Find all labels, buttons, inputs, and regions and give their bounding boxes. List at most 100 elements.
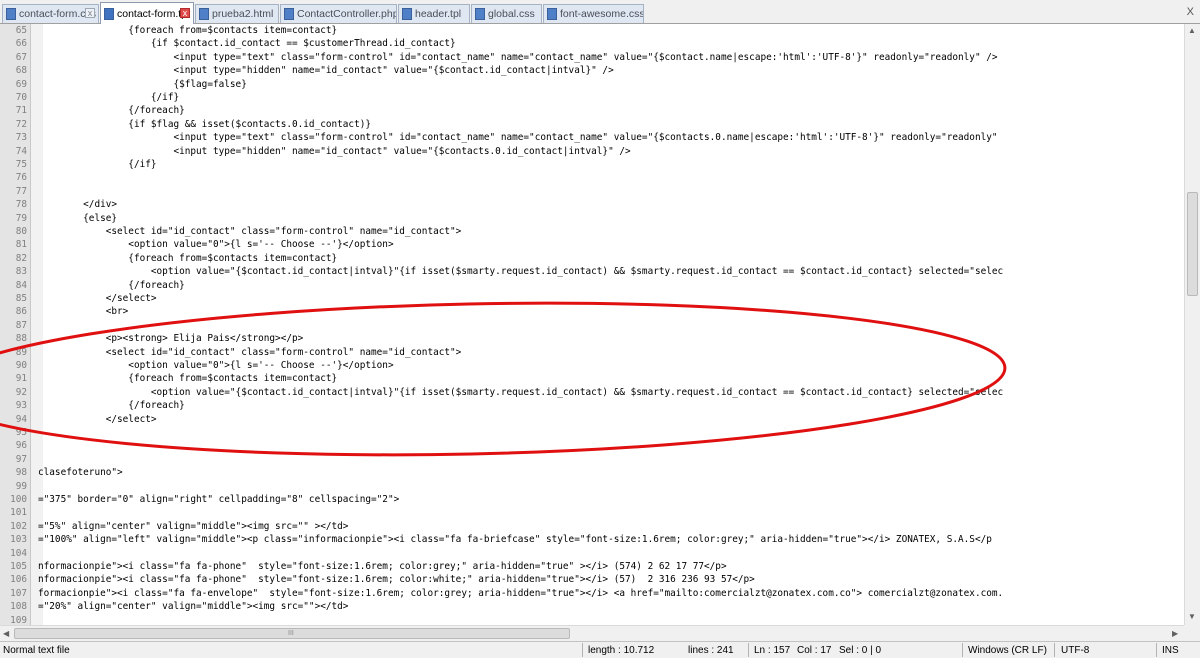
code-text[interactable]: {/foreach} [38, 280, 184, 291]
code-text[interactable]: <option value="0">{l s='-- Choose --'}</… [38, 239, 393, 250]
vertical-scroll-thumb[interactable] [1187, 192, 1198, 296]
code-line[interactable]: 69 {$flag=false} [0, 79, 1184, 92]
code-line[interactable]: 98 clasefoteruno"> [0, 467, 1184, 480]
code-text[interactable]: {if $flag && isset($contacts.0.id_contac… [38, 119, 371, 130]
code-text[interactable]: nformacionpie"><i class="fa fa-phone" st… [38, 574, 755, 585]
code-line[interactable]: 85 </select> [0, 293, 1184, 306]
tab-prueba2-html[interactable]: prueba2.html [195, 4, 279, 23]
horizontal-scrollbar[interactable]: ◀ III ▶ [0, 625, 1184, 641]
code-line[interactable]: 108 ="20%" align="center" valign="middle"… [0, 601, 1184, 614]
scroll-right-icon[interactable]: ▶ [1172, 629, 1178, 638]
code-text[interactable]: {if $contact.id_contact == $customerThre… [38, 38, 456, 49]
code-line[interactable]: 73 <input type="text" class="form-contro… [0, 132, 1184, 145]
code-line[interactable]: 86 <br> [0, 306, 1184, 319]
code-text[interactable]: ="100%" align="left" valign="middle"><p … [38, 534, 992, 545]
close-all-tabs-icon[interactable]: X [1187, 6, 1194, 18]
code-line[interactable]: 105 nformacionpie"><i class="fa fa-phone"… [0, 561, 1184, 574]
code-line[interactable]: 90 <option value="0">{l s='-- Choose --'… [0, 360, 1184, 373]
code-text[interactable]: ="375" border="0" align="right" cellpadd… [38, 494, 399, 505]
code-line[interactable]: 89 <select id="id_contact" class="form-c… [0, 347, 1184, 360]
code-text[interactable]: <input type="hidden" name="id_contact" v… [38, 146, 630, 157]
code-editor[interactable]: 65 {foreach from=$contacts item=contact}… [0, 24, 1184, 625]
code-text[interactable]: formacionpie"><i class="fa fa-envelope" … [38, 588, 1003, 599]
tab-contact-form-tpl[interactable]: contact-form.tpl x [100, 2, 194, 24]
code-line[interactable]: 103 ="100%" align="left" valign="middle">… [0, 534, 1184, 547]
code-line[interactable]: 95 [0, 427, 1184, 440]
code-text[interactable]: {foreach from=$contacts item=contact} [38, 253, 337, 264]
close-icon[interactable]: x [85, 8, 95, 18]
code-line[interactable]: 71 {/foreach} [0, 105, 1184, 118]
code-line[interactable]: 109 [0, 615, 1184, 625]
code-line[interactable]: 72 {if $flag && isset($contacts.0.id_con… [0, 119, 1184, 132]
code-text[interactable]: {foreach from=$contacts item=contact} [38, 25, 337, 36]
code-line[interactable]: 81 <option value="0">{l s='-- Choose --'… [0, 239, 1184, 252]
code-line[interactable]: 80 <select id="id_contact" class="form-c… [0, 226, 1184, 239]
code-line[interactable]: 97 [0, 454, 1184, 467]
code-line[interactable]: 76 [0, 172, 1184, 185]
close-icon[interactable]: x [180, 8, 190, 18]
code-text[interactable]: </select> [38, 293, 157, 304]
code-line[interactable]: 106 nformacionpie"><i class="fa fa-phone"… [0, 574, 1184, 587]
code-text[interactable]: {foreach from=$contacts item=contact} [38, 373, 337, 384]
code-line[interactable]: 100 ="375" border="0" align="right" cellp… [0, 494, 1184, 507]
code-line[interactable]: 92 <option value="{$contact.id_contact|i… [0, 387, 1184, 400]
code-line[interactable]: 68 <input type="hidden" name="id_contact… [0, 65, 1184, 78]
code-line[interactable]: 83 <option value="{$contact.id_contact|i… [0, 266, 1184, 279]
code-line[interactable]: 91 {foreach from=$contacts item=contact} [0, 373, 1184, 386]
code-text[interactable]: <input type="text" class="form-control" … [38, 132, 997, 143]
encoding-label[interactable]: UTF-8 [1061, 645, 1089, 656]
scroll-down-icon[interactable]: ▼ [1188, 612, 1196, 621]
code-line[interactable]: 78 </div> [0, 199, 1184, 212]
code-text[interactable]: {/if} [38, 92, 179, 103]
vertical-scrollbar[interactable]: ▲ ▼ [1184, 24, 1200, 625]
code-text[interactable]: <option value="{$contact.id_contact|intv… [38, 266, 1003, 277]
code-line[interactable]: 101 [0, 507, 1184, 520]
code-text[interactable]: nformacionpie"><i class="fa fa-phone" st… [38, 561, 727, 572]
tab-header-tpl[interactable]: header.tpl [398, 4, 470, 23]
code-line[interactable]: 77 [0, 186, 1184, 199]
code-text[interactable]: <select id="id_contact" class="form-cont… [38, 347, 462, 358]
code-line[interactable]: 67 <input type="text" class="form-contro… [0, 52, 1184, 65]
code-line[interactable]: 88 <p><strong> Elija Pais</strong></p> [0, 333, 1184, 346]
code-text[interactable]: <input type="text" class="form-control" … [38, 52, 997, 63]
code-text[interactable]: {/foreach} [38, 105, 184, 116]
code-text[interactable]: clasefoteruno"> [38, 467, 123, 478]
code-line[interactable]: 94 </select> [0, 414, 1184, 427]
code-line[interactable]: 82 {foreach from=$contacts item=contact} [0, 253, 1184, 266]
code-text[interactable]: {else} [38, 213, 117, 224]
code-text[interactable]: ="20%" align="center" valign="middle"><i… [38, 601, 348, 612]
code-line[interactable]: 99 [0, 481, 1184, 494]
code-text[interactable]: {/if} [38, 159, 156, 170]
scroll-up-icon[interactable]: ▲ [1188, 26, 1196, 35]
tab-global-css[interactable]: global.css [471, 4, 542, 23]
code-text[interactable]: </select> [38, 414, 157, 425]
code-line[interactable]: 84 {/foreach} [0, 280, 1184, 293]
code-line[interactable]: 75 {/if} [0, 159, 1184, 172]
code-line[interactable]: 66 {if $contact.id_contact == $customerT… [0, 38, 1184, 51]
code-line[interactable]: 104 [0, 548, 1184, 561]
tab-contact-form-css[interactable]: contact-form.css x [2, 4, 99, 23]
code-text[interactable]: <p><strong> Elija Pais</strong></p> [38, 333, 304, 344]
code-line[interactable]: 87 [0, 320, 1184, 333]
code-text[interactable]: </div> [38, 199, 117, 210]
code-text[interactable]: {/foreach} [38, 400, 184, 411]
code-line[interactable]: 65 {foreach from=$contacts item=contact} [0, 25, 1184, 38]
tab-contactcontroller-php[interactable]: ContactController.php [280, 4, 397, 23]
horizontal-scroll-thumb[interactable]: III [14, 628, 570, 639]
code-text[interactable]: <option value="0">{l s='-- Choose --'}</… [38, 360, 393, 371]
insert-mode-label[interactable]: INS [1162, 645, 1179, 656]
code-line[interactable]: 70 {/if} [0, 92, 1184, 105]
code-text[interactable]: {$flag=false} [38, 79, 246, 90]
code-text[interactable]: <input type="hidden" name="id_contact" v… [38, 65, 613, 76]
code-line[interactable]: 74 <input type="hidden" name="id_contact… [0, 146, 1184, 159]
code-text[interactable]: <select id="id_contact" class="form-cont… [38, 226, 462, 237]
code-text[interactable]: ="5%" align="center" valign="middle"><im… [38, 521, 348, 532]
code-line[interactable]: 107 formacionpie"><i class="fa fa-envelop… [0, 588, 1184, 601]
code-line[interactable]: 102 ="5%" align="center" valign="middle">… [0, 521, 1184, 534]
tab-font-awesome-css[interactable]: font-awesome.css [543, 4, 644, 23]
code-line[interactable]: 96 [0, 440, 1184, 453]
code-text[interactable]: <br> [38, 306, 129, 317]
eol-format-label[interactable]: Windows (CR LF) [968, 645, 1047, 656]
scroll-left-icon[interactable]: ◀ [3, 629, 9, 638]
code-text[interactable]: <option value="{$contact.id_contact|intv… [38, 387, 1003, 398]
